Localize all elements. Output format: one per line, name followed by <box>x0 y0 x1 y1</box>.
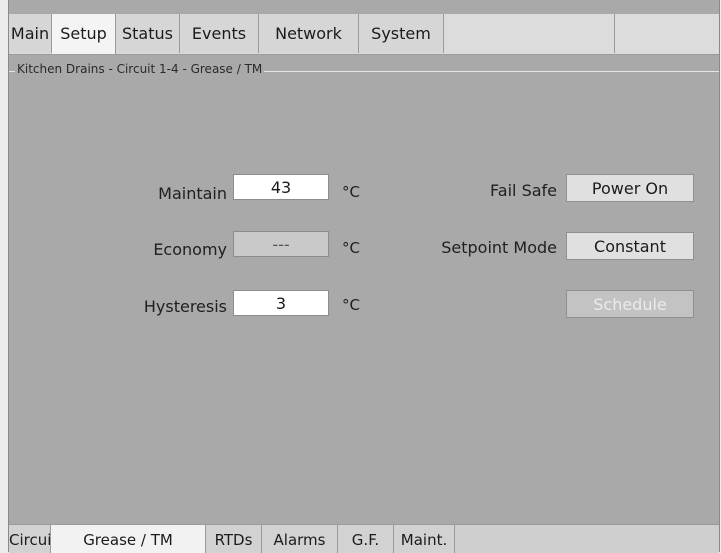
tab-alarms[interactable]: Alarms <box>262 525 338 553</box>
tab-main[interactable]: Main <box>9 14 52 53</box>
tab-rtds[interactable]: RTDs <box>206 525 262 553</box>
top-tab-bar: Main Setup Status Events Network System <box>9 14 719 55</box>
tab-maint[interactable]: Maint. <box>394 525 455 553</box>
group-box-title: Kitchen Drains - Circuit 1-4 - Grease / … <box>15 62 265 76</box>
controller-screen: Main Setup Status Events Network System … <box>8 0 720 553</box>
economy-unit: °C <box>342 239 360 257</box>
tab-status[interactable]: Status <box>116 14 180 53</box>
bottom-tab-bar: Circuit Grease / TM RTDs Alarms G.F. Mai… <box>9 524 719 553</box>
tab-bar-spacer <box>444 14 615 53</box>
fail-safe-button[interactable]: Power On <box>566 174 694 202</box>
economy-label: Economy <box>153 240 227 259</box>
tab-events[interactable]: Events <box>180 14 259 53</box>
tab-grease-tm[interactable]: Grease / TM <box>51 525 206 553</box>
schedule-button: Schedule <box>566 290 694 318</box>
setpoint-mode-label: Setpoint Mode <box>441 238 557 257</box>
tab-network[interactable]: Network <box>259 14 359 53</box>
maintain-unit: °C <box>342 183 360 201</box>
tab-circuit[interactable]: Circuit <box>9 525 51 553</box>
tab-gf[interactable]: G.F. <box>338 525 394 553</box>
hysteresis-field[interactable]: 3 <box>233 290 329 316</box>
tab-setup[interactable]: Setup <box>52 14 116 54</box>
hysteresis-label: Hysteresis <box>143 297 227 316</box>
maintain-label: Maintain <box>158 184 227 203</box>
maintain-field[interactable]: 43 <box>233 174 329 200</box>
fail-safe-label: Fail Safe <box>490 181 557 200</box>
hysteresis-unit: °C <box>342 296 360 314</box>
economy-field: --- <box>233 231 329 257</box>
tab-system[interactable]: System <box>359 14 444 53</box>
setpoint-mode-button[interactable]: Constant <box>566 232 694 260</box>
